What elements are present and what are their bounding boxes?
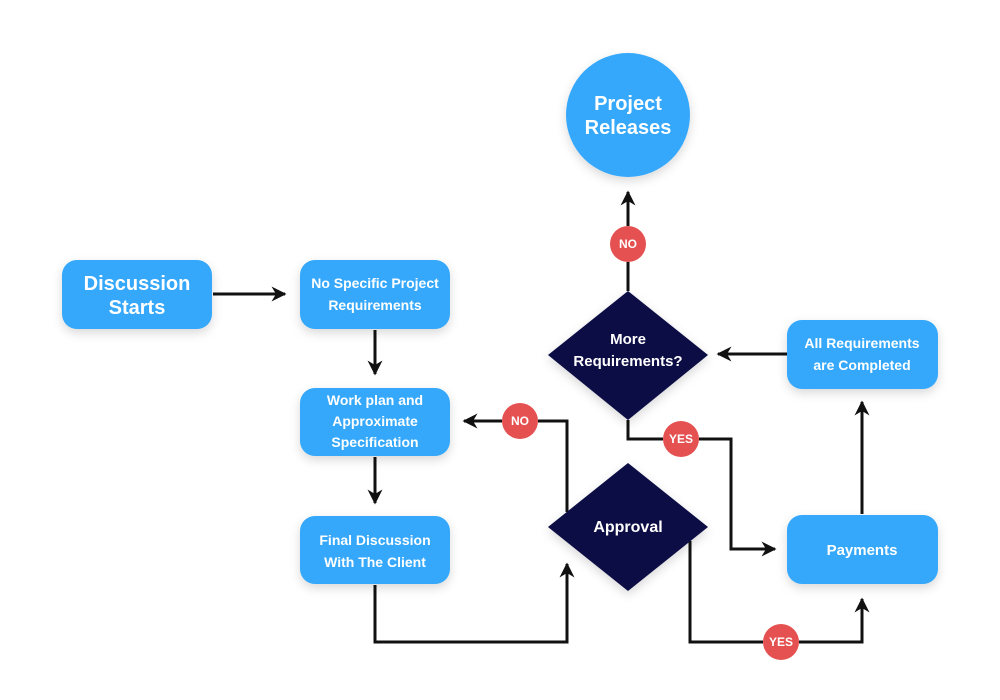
badge-label: YES <box>769 635 793 649</box>
node-label: More <box>610 331 646 348</box>
node-final-discussion[interactable]: Final Discussion With The Client <box>300 516 450 584</box>
badge-label: NO <box>511 414 529 428</box>
node-label: Final Discussion <box>319 532 430 548</box>
edge-more-yes-a <box>626 420 663 441</box>
node-payments[interactable]: Payments <box>787 515 938 584</box>
node-all-requirements-completed[interactable]: All Requirements are Completed <box>787 320 938 389</box>
node-label: Payments <box>827 542 898 559</box>
badge-more-no: NO <box>610 226 646 262</box>
node-label: Specification <box>331 434 418 450</box>
node-label: Approval <box>593 519 662 536</box>
edge-more-yes-b <box>699 437 777 557</box>
node-label: All Requirements <box>804 335 919 351</box>
node-label: Approximate <box>332 413 418 429</box>
node-label: Requirements <box>328 297 422 313</box>
node-label: Starts <box>109 297 166 319</box>
node-label: Discussion <box>84 273 191 295</box>
flowchart: Discussion Starts No Specific Project Re… <box>62 53 938 660</box>
decision-more-requirements[interactable]: More Requirements? <box>548 291 708 420</box>
badge-label: YES <box>669 432 693 446</box>
node-work-plan[interactable]: Work plan and Approximate Specification <box>300 388 450 456</box>
node-discussion-starts[interactable]: Discussion Starts <box>62 260 212 329</box>
node-label: Work plan and <box>327 392 423 408</box>
node-label: are Completed <box>813 357 910 373</box>
edge-approval-no-a <box>538 419 569 512</box>
node-no-specific-requirements[interactable]: No Specific Project Requirements <box>300 260 450 329</box>
edge-approval-yes-b <box>799 597 870 644</box>
node-label: Project <box>594 93 662 115</box>
node-label: Requirements? <box>573 353 682 370</box>
decision-approval[interactable]: Approval <box>548 463 708 591</box>
node-label: No Specific Project <box>311 275 439 291</box>
badge-label: NO <box>619 237 637 251</box>
edge-approval-yes-a <box>688 541 763 644</box>
node-label: Releases <box>585 117 672 139</box>
node-label: With The Client <box>324 554 426 570</box>
badge-more-yes: YES <box>663 421 699 457</box>
badge-approval-yes: YES <box>763 624 799 660</box>
node-project-releases[interactable]: Project Releases <box>566 53 690 177</box>
badge-approval-no: NO <box>502 403 538 439</box>
